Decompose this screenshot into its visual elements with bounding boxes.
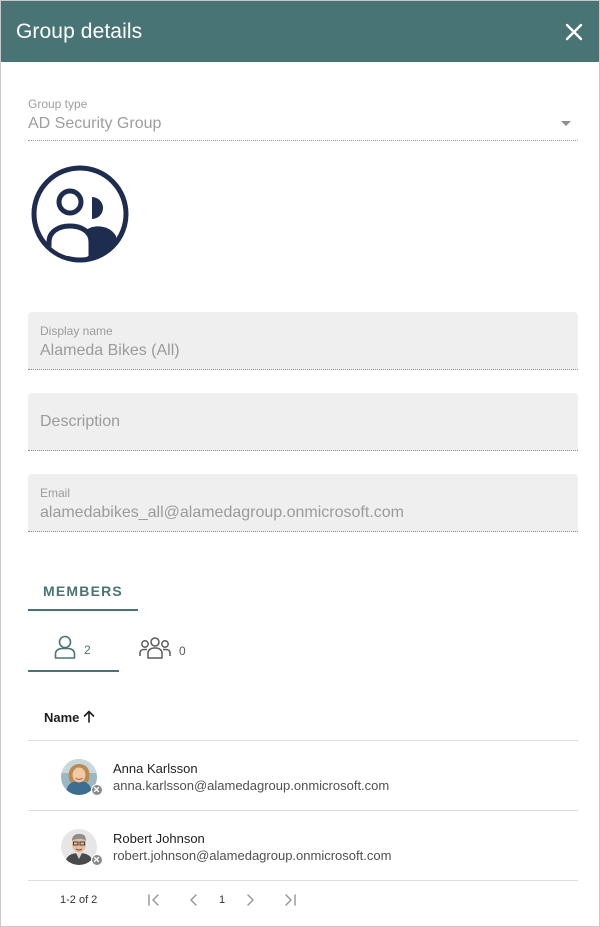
previous-page-icon[interactable] — [182, 888, 206, 912]
chevron-down-icon[interactable] — [561, 121, 571, 126]
pagination-info: 1-2 of 2 — [60, 894, 98, 906]
last-page-icon[interactable] — [278, 888, 302, 912]
subtab-groups[interactable]: 0 — [139, 629, 199, 672]
current-page[interactable]: 1 — [206, 894, 238, 906]
member-email: anna.karlsson@alamedagroup.onmicrosoft.c… — [113, 778, 390, 793]
display-name-label: Display name — [40, 324, 113, 338]
email-field[interactable]: Email alamedabikes_all@alamedagroup.onmi… — [28, 474, 578, 532]
description-field[interactable]: Description — [28, 393, 578, 451]
first-page-icon[interactable] — [142, 888, 166, 912]
tab-members[interactable]: MEMBERS — [28, 573, 138, 611]
member-name: Anna Karlsson — [113, 761, 198, 776]
group-type-label: Group type — [28, 97, 88, 111]
group-icon — [139, 637, 171, 664]
table-row[interactable]: Robert Johnson robert.johnson@alamedagro… — [28, 811, 578, 881]
group-type-value: AD Security Group — [28, 115, 162, 132]
presence-offline-icon — [91, 854, 103, 866]
next-page-icon[interactable] — [238, 888, 262, 912]
display-name-value: Alameda Bikes (All) — [40, 342, 180, 359]
subtab-users[interactable]: 2 — [28, 629, 119, 672]
dialog-header: Group details — [1, 1, 599, 62]
presence-offline-icon — [91, 784, 103, 796]
close-icon[interactable] — [563, 21, 585, 43]
email-value: alamedabikes_all@alamedagroup.onmicrosof… — [40, 504, 404, 521]
email-label: Email — [40, 486, 71, 500]
groups-count: 0 — [179, 643, 186, 658]
display-name-field[interactable]: Display name Alameda Bikes (All) — [28, 312, 578, 370]
arrow-up-icon — [83, 710, 95, 726]
member-name: Robert Johnson — [113, 831, 205, 846]
user-icon — [54, 635, 76, 664]
member-email: robert.johnson@alamedagroup.onmicrosoft.… — [113, 848, 392, 863]
group-type-select[interactable]: Group type AD Security Group — [28, 91, 578, 141]
table-row[interactable]: Anna Karlsson anna.karlsson@alamedagroup… — [28, 741, 578, 811]
dialog-title: Group details — [16, 19, 143, 43]
column-name-label: Name — [44, 710, 80, 725]
group-avatar-icon — [30, 164, 130, 264]
description-placeholder: Description — [40, 413, 121, 430]
users-count: 2 — [84, 642, 91, 657]
pagination: 1-2 of 2 1 — [28, 881, 578, 919]
column-header-name[interactable]: Name — [28, 695, 578, 741]
